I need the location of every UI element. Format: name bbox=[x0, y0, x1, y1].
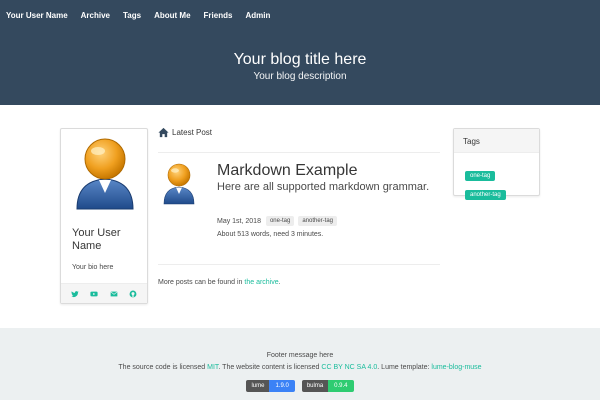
badge-name: bulma bbox=[301, 380, 329, 392]
tags-panel-body: one-tag another-tag bbox=[454, 153, 539, 202]
profile-name: Your User Name bbox=[72, 227, 121, 252]
post-date: May 1st, 2018 bbox=[217, 217, 261, 225]
badge-version: 1.9.0 bbox=[269, 380, 295, 392]
post-title-link[interactable]: Markdown Example bbox=[217, 162, 358, 180]
mail-icon[interactable] bbox=[110, 290, 118, 298]
post-stats: About 513 words, need 3 minutes. bbox=[217, 231, 324, 238]
nav-tags-link[interactable]: Tags bbox=[123, 11, 141, 20]
post-author-avatar-icon bbox=[163, 163, 195, 205]
more-posts-text: More posts can be found in the archive. bbox=[158, 279, 281, 286]
badge-name: lume bbox=[246, 380, 270, 392]
license-text: . The website content is licensed bbox=[218, 364, 322, 371]
badge-version: 0.9.4 bbox=[328, 380, 354, 392]
tag-link[interactable]: one-tag bbox=[465, 171, 496, 181]
lume-badge[interactable]: lume 1.9.0 bbox=[246, 380, 295, 392]
more-text: More posts can be found in bbox=[158, 279, 245, 286]
tags-panel: Tags one-tag another-tag bbox=[453, 128, 540, 200]
cc-license-link[interactable]: CC BY NC SA 4.0 bbox=[321, 364, 377, 371]
nav-about-link[interactable]: About Me bbox=[154, 11, 190, 20]
mit-license-link[interactable]: MIT bbox=[207, 364, 218, 371]
footer: Footer message here The source code is l… bbox=[0, 328, 600, 400]
post-subtitle: Here are all supported markdown grammar. bbox=[217, 181, 430, 193]
more-suffix: . bbox=[278, 279, 281, 286]
blog-title: Your blog title here bbox=[233, 51, 367, 68]
archive-link[interactable]: the archive bbox=[244, 279, 278, 286]
post-tag-link[interactable]: one-tag bbox=[265, 216, 295, 226]
tag-link[interactable]: another-tag bbox=[465, 190, 506, 200]
license-text: . Lume template: bbox=[377, 364, 432, 371]
latest-post-heading: Latest Post bbox=[158, 127, 212, 138]
post-meta: May 1st, 2018 one-tag another-tag bbox=[217, 216, 341, 226]
profile-bio: Your bio here bbox=[72, 264, 114, 271]
blog-description: Your blog description bbox=[253, 71, 347, 82]
social-links bbox=[61, 283, 147, 303]
license-line: The source code is licensed MIT. The web… bbox=[0, 364, 600, 371]
nav-home-link[interactable]: Your User Name bbox=[6, 11, 68, 20]
nav-admin-link[interactable]: Admin bbox=[245, 11, 270, 20]
divider bbox=[158, 152, 440, 153]
post-tag-link[interactable]: another-tag bbox=[298, 216, 338, 226]
section-label: Latest Post bbox=[172, 128, 213, 137]
youtube-icon[interactable] bbox=[90, 290, 98, 298]
hero-banner: Your User Name Archive Tags About Me Fri… bbox=[0, 0, 600, 105]
nav-friends-link[interactable]: Friends bbox=[204, 11, 233, 20]
user-avatar-icon bbox=[76, 138, 134, 210]
nav-archive-link[interactable]: Archive bbox=[81, 11, 110, 20]
twitter-icon[interactable] bbox=[71, 290, 79, 298]
tags-panel-title: Tags bbox=[454, 129, 539, 153]
license-text: The source code is licensed bbox=[118, 364, 208, 371]
divider bbox=[158, 264, 440, 265]
footer-message: Footer message here bbox=[266, 352, 334, 359]
top-nav: Your User Name Archive Tags About Me Fri… bbox=[0, 0, 600, 30]
template-link[interactable]: lume-blog-muse bbox=[431, 364, 481, 371]
bulma-badge[interactable]: bulma 0.9.4 bbox=[301, 380, 354, 392]
home-icon bbox=[158, 127, 169, 138]
github-icon[interactable] bbox=[129, 290, 137, 298]
profile-card: Your User Name Your bio here bbox=[60, 128, 148, 304]
version-badges: lume 1.9.0 bulma 0.9.4 bbox=[0, 380, 600, 392]
